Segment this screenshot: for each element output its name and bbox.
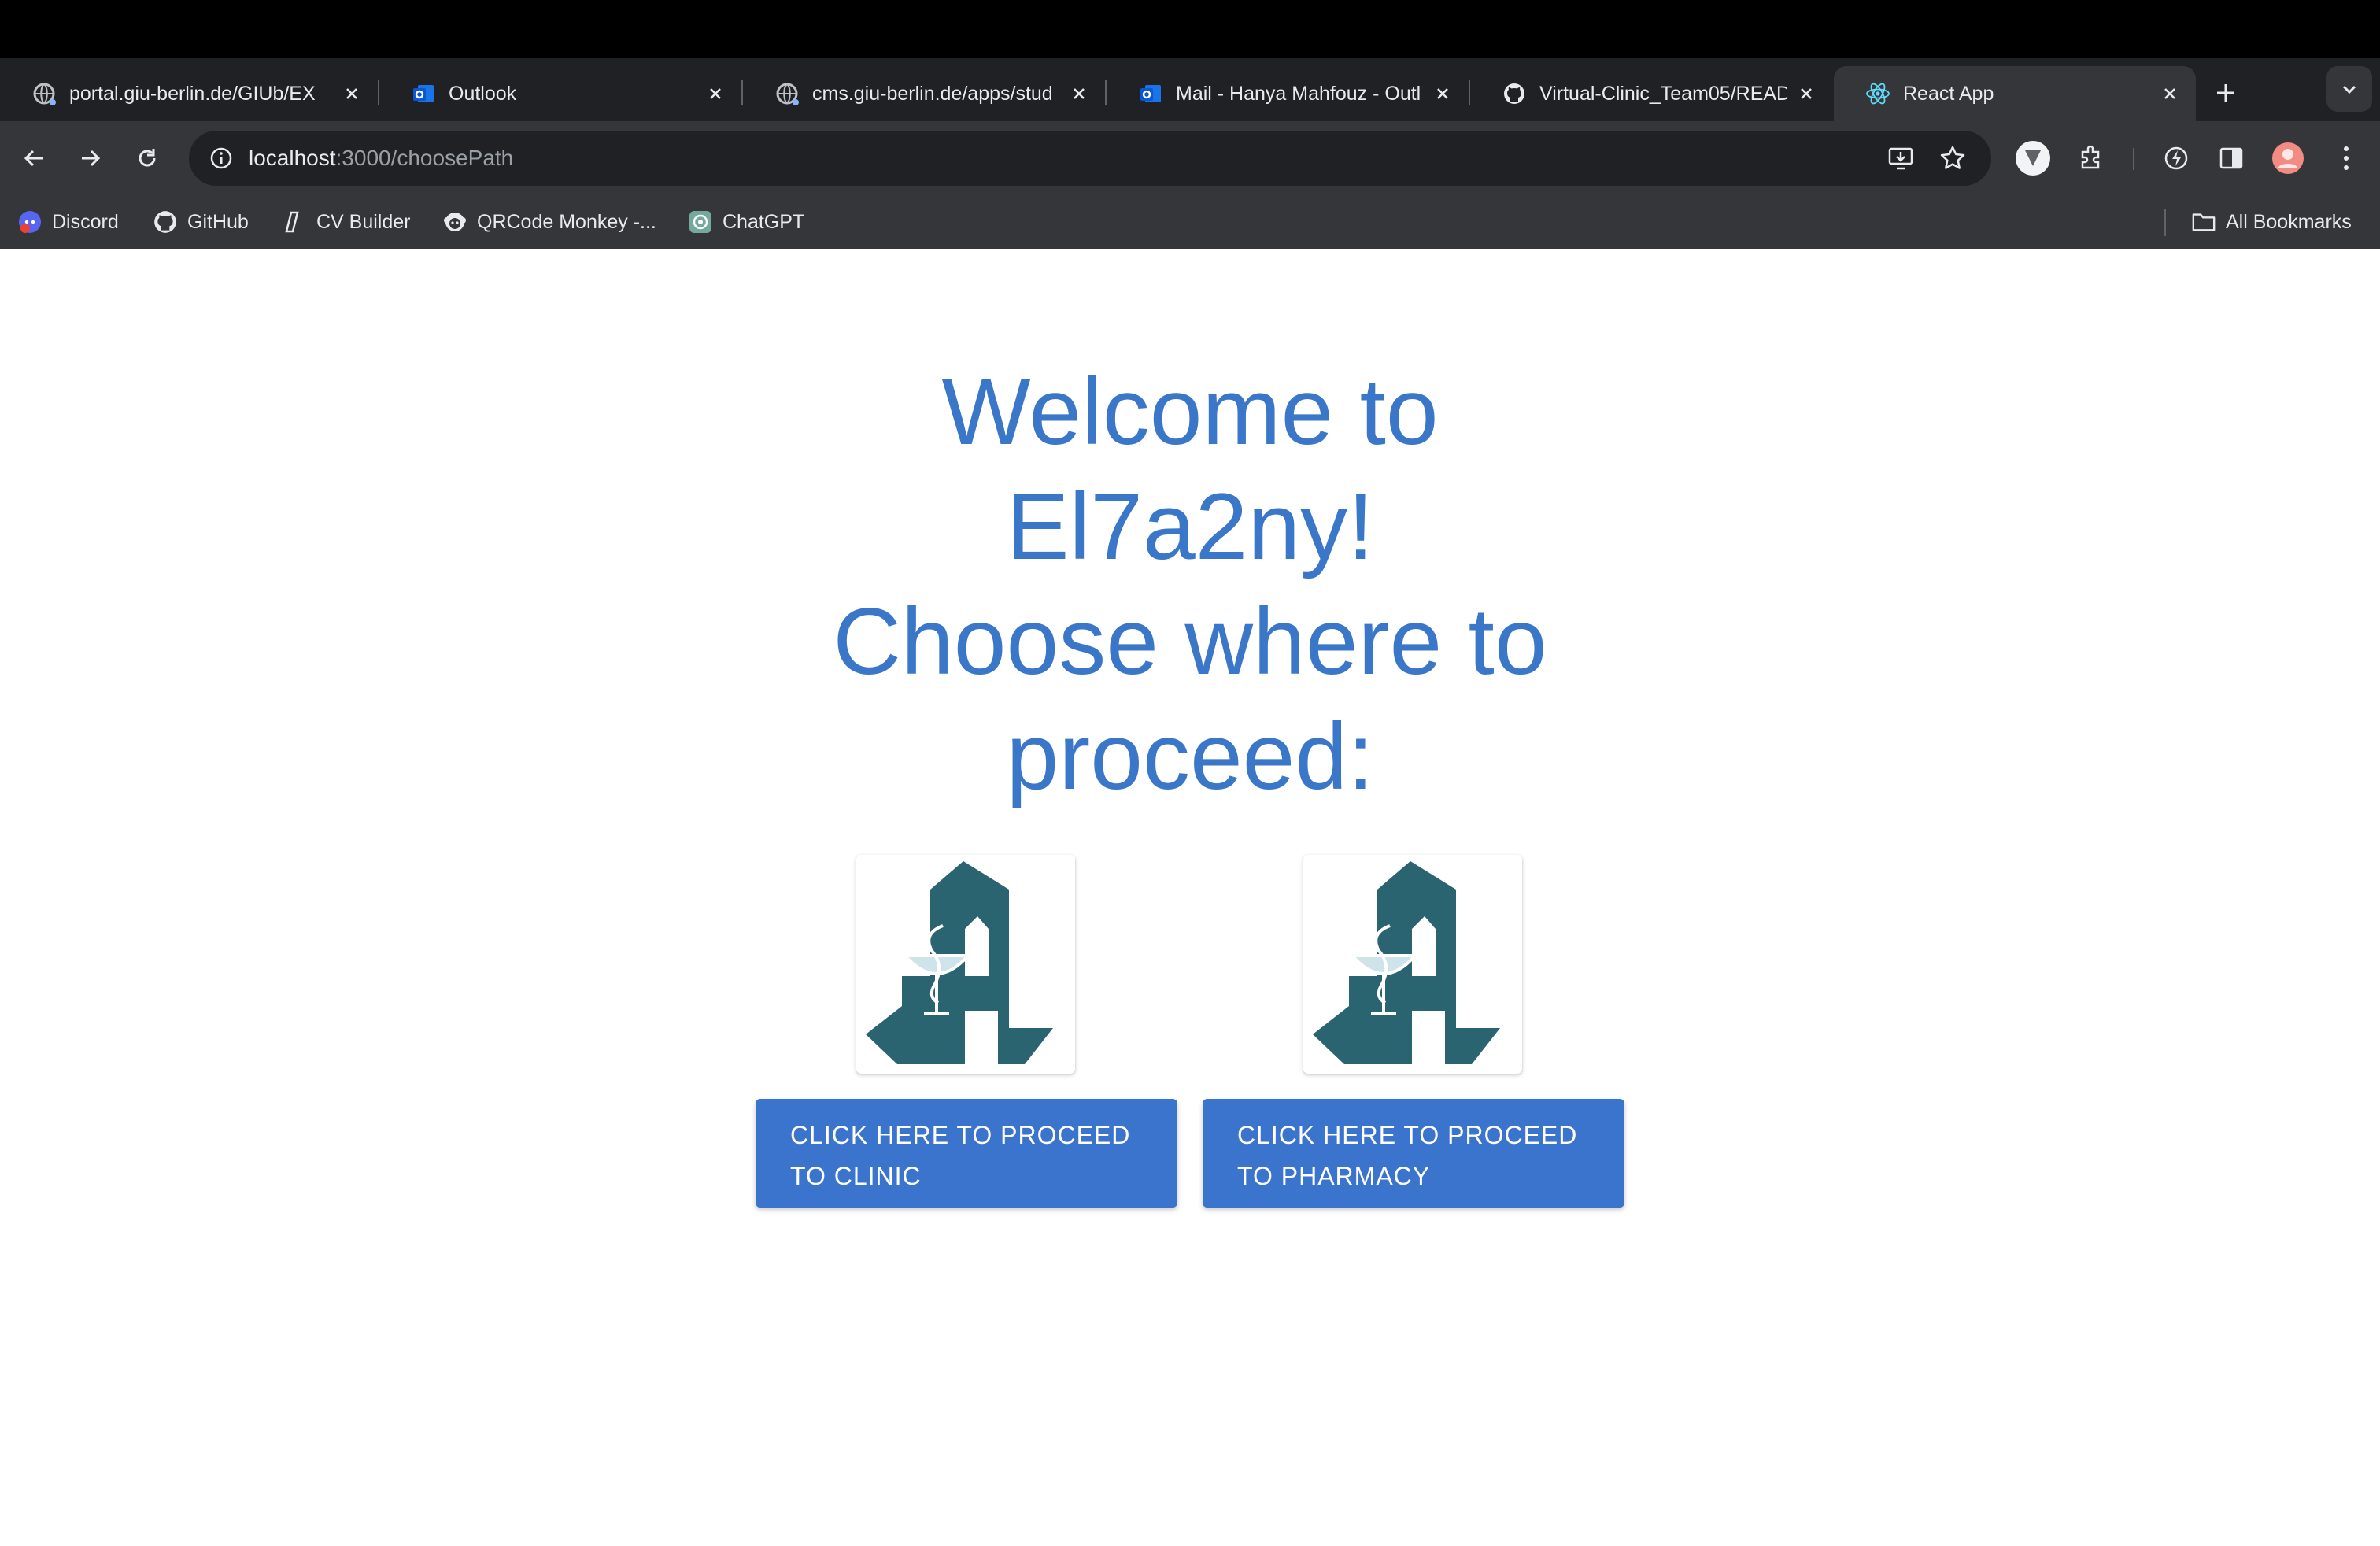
folder-icon bbox=[2191, 209, 2216, 235]
forward-button[interactable] bbox=[69, 137, 112, 179]
button-label-line: TO CLINIC bbox=[790, 1162, 922, 1190]
discord-icon bbox=[17, 209, 42, 235]
button-label-line: CLICK HERE TO PROCEED bbox=[1237, 1121, 1578, 1149]
bookmark-label: GitHub bbox=[187, 210, 249, 233]
tab-title: Outlook bbox=[449, 82, 517, 105]
bookmark-label: QRCode Monkey -... bbox=[477, 210, 656, 233]
globe-icon bbox=[31, 81, 57, 106]
star-icon[interactable] bbox=[1933, 139, 1972, 178]
site-info-icon[interactable] bbox=[194, 146, 249, 170]
close-icon[interactable] bbox=[340, 82, 364, 105]
outlook-icon bbox=[411, 81, 436, 106]
tab-title: Virtual-Clinic_Team05/READ bbox=[1539, 82, 1787, 105]
tab-title: portal.giu-berlin.de/GIUb/EX bbox=[69, 82, 316, 105]
back-button[interactable] bbox=[13, 137, 55, 179]
tab-portal[interactable]: portal.giu-berlin.de/GIUb/EX bbox=[0, 66, 378, 121]
toolbar-divider bbox=[2133, 148, 2134, 170]
chevron-down-icon bbox=[2342, 85, 2356, 94]
url-path: :3000/choosePath bbox=[335, 146, 514, 170]
bookmark-label: CV Builder bbox=[316, 210, 411, 233]
page-title: Welcome to El7a2ny! Choose where to proc… bbox=[796, 354, 1584, 814]
url-text: localhost:3000/choosePath bbox=[249, 146, 513, 171]
arrow-right-icon bbox=[82, 150, 101, 167]
all-bookmarks-label: All Bookmarks bbox=[2226, 210, 2352, 233]
bookmarks-bar: Discord GitHub CV Builder QRCode Monkey … bbox=[0, 195, 2380, 250]
title-line: Welcome to bbox=[941, 359, 1439, 464]
reload-icon bbox=[139, 149, 156, 167]
monkey-icon bbox=[442, 209, 468, 235]
address-bar[interactable]: localhost:3000/choosePath bbox=[189, 131, 1991, 186]
vytal-extension-icon[interactable] bbox=[2012, 137, 2054, 179]
button-label-line: CLICK HERE TO PROCEED bbox=[790, 1121, 1131, 1149]
title-line: Choose where to bbox=[833, 589, 1547, 694]
side-panel-icon[interactable] bbox=[2210, 137, 2252, 179]
apotheke-logo-icon bbox=[1313, 861, 1500, 1064]
github-icon bbox=[1502, 81, 1527, 106]
close-icon[interactable] bbox=[704, 82, 727, 105]
tab-title: cms.giu-berlin.de/apps/stud bbox=[812, 82, 1053, 105]
pharmacy-logo-card bbox=[1303, 855, 1522, 1074]
reload-button[interactable] bbox=[126, 137, 168, 179]
menu-icon[interactable] bbox=[2325, 137, 2367, 179]
bookmarks-divider bbox=[2164, 209, 2166, 236]
bookmark-github[interactable]: GitHub bbox=[153, 205, 249, 239]
extensions-icon[interactable] bbox=[2070, 137, 2112, 179]
tab-title: React App bbox=[1903, 82, 1994, 105]
title-line: proceed: bbox=[1006, 704, 1374, 809]
github-icon bbox=[153, 209, 178, 235]
outlook-icon bbox=[1138, 81, 1163, 106]
tab-search-button[interactable] bbox=[2326, 66, 2372, 112]
proceed-to-clinic-button[interactable]: CLICK HERE TO PROCEED TO CLINIC bbox=[756, 1099, 1177, 1208]
url-host: localhost bbox=[249, 146, 336, 170]
all-bookmarks-button[interactable]: All Bookmarks bbox=[2191, 205, 2352, 239]
globe-icon bbox=[774, 81, 800, 106]
avatar[interactable] bbox=[2267, 137, 2309, 179]
chatgpt-icon bbox=[688, 209, 713, 235]
bookmark-label: Discord bbox=[52, 210, 119, 233]
proceed-to-pharmacy-button[interactable]: CLICK HERE TO PROCEED TO PHARMACY bbox=[1203, 1099, 1624, 1208]
tab-mail[interactable]: Mail - Hanya Mahfouz - Outl bbox=[1107, 66, 1469, 121]
bookmark-qrcode-monkey[interactable]: QRCode Monkey -... bbox=[442, 205, 656, 239]
arrow-left-icon bbox=[24, 150, 42, 167]
close-icon[interactable] bbox=[1794, 82, 1818, 105]
performance-icon[interactable] bbox=[2155, 137, 2197, 179]
apotheke-logo-icon bbox=[866, 861, 1053, 1064]
bookmark-chatgpt[interactable]: ChatGPT bbox=[688, 205, 804, 239]
bookmark-cv-builder[interactable]: CV Builder bbox=[282, 205, 411, 239]
clinic-logo-card bbox=[856, 855, 1075, 1074]
tab-title: Mail - Hanya Mahfouz - Outl bbox=[1176, 82, 1421, 105]
page-content: Welcome to El7a2ny! Choose where to proc… bbox=[0, 249, 2380, 1546]
plus-icon bbox=[2217, 84, 2234, 102]
tab-github[interactable]: Virtual-Clinic_Team05/READ bbox=[1470, 66, 1832, 121]
close-icon[interactable] bbox=[2158, 82, 2182, 105]
close-icon[interactable] bbox=[1431, 82, 1454, 105]
new-tab-button[interactable] bbox=[2204, 71, 2248, 115]
cv-icon bbox=[282, 209, 307, 235]
title-line: El7a2ny! bbox=[1006, 474, 1374, 579]
tab-strip: portal.giu-berlin.de/GIUb/EX Outlook cms… bbox=[0, 58, 2380, 121]
tab-react-app[interactable]: React App bbox=[1834, 66, 2196, 121]
bookmark-discord[interactable]: Discord bbox=[17, 205, 119, 239]
close-icon[interactable] bbox=[1067, 82, 1091, 105]
browser-toolbar: localhost:3000/choosePath bbox=[0, 121, 2380, 195]
tab-outlook[interactable]: Outlook bbox=[379, 66, 741, 121]
react-icon bbox=[1865, 81, 1890, 106]
install-app-icon[interactable] bbox=[1881, 139, 1920, 178]
tab-cms[interactable]: cms.giu-berlin.de/apps/stud bbox=[743, 66, 1105, 121]
window-title-bar bbox=[0, 0, 2380, 58]
bookmark-label: ChatGPT bbox=[722, 210, 805, 233]
button-label-line: TO PHARMACY bbox=[1237, 1162, 1431, 1190]
